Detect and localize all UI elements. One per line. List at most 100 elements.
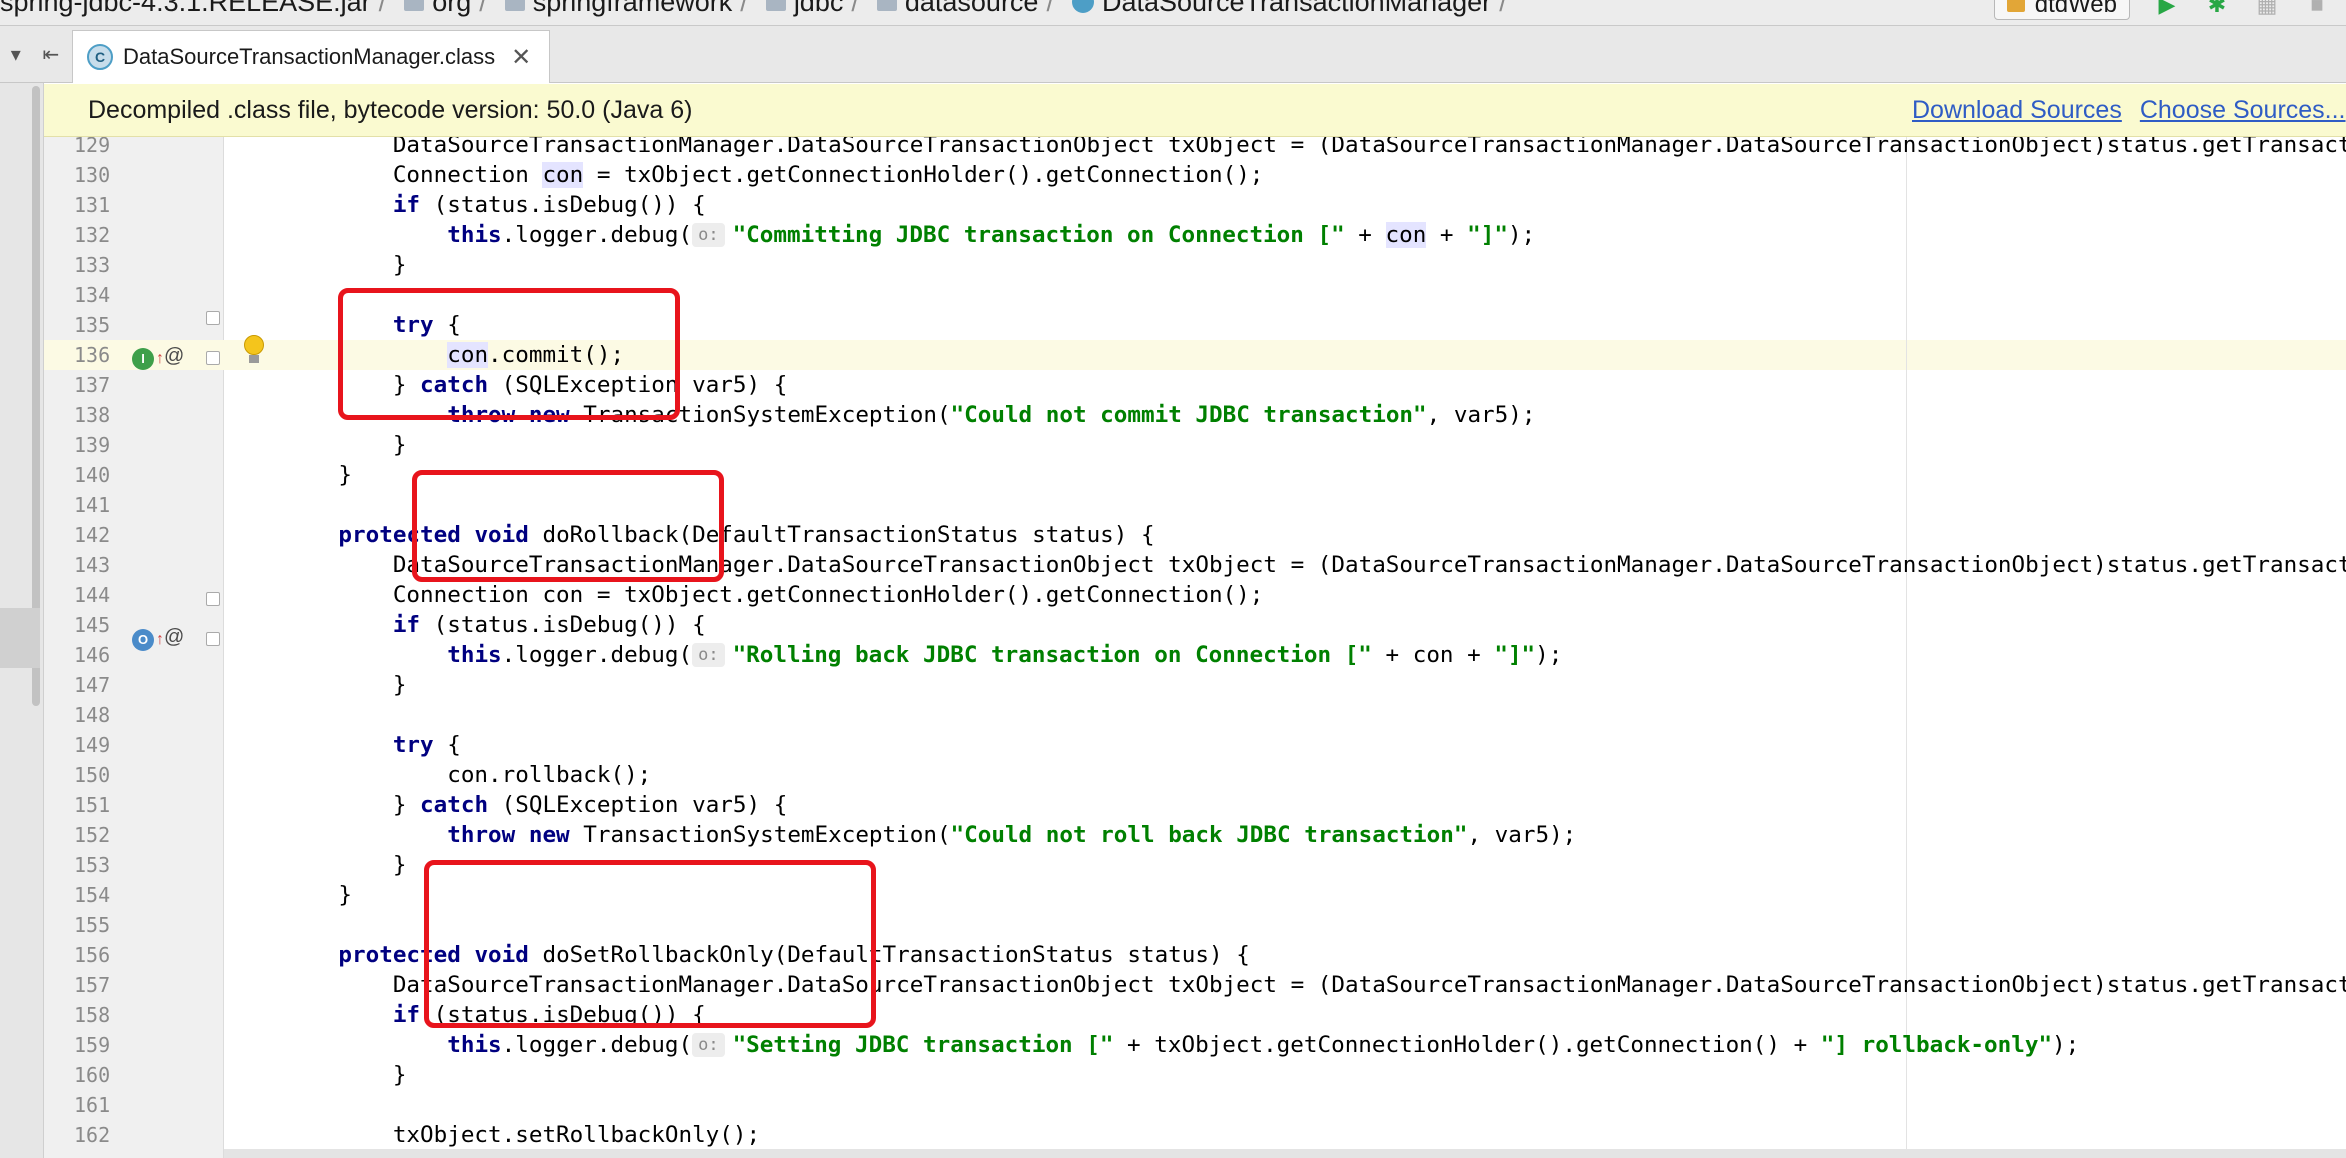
line-number: 160 bbox=[74, 1063, 111, 1087]
fold-marker-icon[interactable] bbox=[206, 632, 220, 646]
project-panel-tab[interactable] bbox=[0, 608, 40, 668]
collapse-icon[interactable]: ▾ bbox=[11, 42, 21, 67]
overrides-arrow-icon[interactable]: ↑ bbox=[156, 630, 164, 650]
overriding-method-icon[interactable]: O bbox=[132, 629, 154, 651]
code-line[interactable]: 159 this.logger.debug(o: "Setting JDBC tr… bbox=[44, 1030, 2346, 1060]
line-number: 153 bbox=[74, 853, 111, 877]
code-line[interactable]: 150 con.rollback(); bbox=[44, 760, 2346, 790]
code-line[interactable]: 149 try { bbox=[44, 730, 2346, 760]
code-editor[interactable]: 129 DataSourceTransactionManager.DataSou… bbox=[44, 137, 2346, 1158]
code-token: try bbox=[392, 312, 434, 338]
breadcrumb-jdbc[interactable]: jdbc bbox=[762, 0, 843, 18]
run-config-dropdown[interactable]: dtdWeb bbox=[1993, 0, 2130, 20]
code-token: "Rolling back JDBC transaction on Connec… bbox=[732, 642, 1372, 668]
tab-datasource-transaction-manager[interactable]: C DataSourceTransactionManager.class ✕ bbox=[72, 30, 551, 83]
code-text: try { bbox=[284, 310, 461, 340]
breadcrumb-springframework-label: springframework bbox=[532, 0, 733, 17]
code-line[interactable]: 134 bbox=[44, 280, 2346, 310]
code-line[interactable]: 151 } catch (SQLException var5) { bbox=[44, 790, 2346, 820]
code-line[interactable]: 131 if (status.isDebug()) { bbox=[44, 190, 2346, 220]
code-line[interactable]: 142 protected void doRollback(DefaultTra… bbox=[44, 520, 2346, 550]
code-token: catch bbox=[420, 792, 489, 818]
code-line[interactable]: 140 } bbox=[44, 460, 2346, 490]
code-line[interactable]: 136 con.commit(); bbox=[44, 340, 2346, 370]
code-line[interactable]: 157 DataSourceTransactionManager.DataSou… bbox=[44, 970, 2346, 1000]
download-sources-link[interactable]: Download Sources bbox=[1912, 96, 2122, 125]
implementing-method-icon[interactable]: I bbox=[132, 348, 154, 370]
code-line[interactable]: 143 DataSourceTransactionManager.DataSou… bbox=[44, 550, 2346, 580]
code-line[interactable]: 145 if (status.isDebug()) { bbox=[44, 610, 2346, 640]
code-line[interactable]: 146 this.logger.debug(o: "Rolling back JD… bbox=[44, 640, 2346, 670]
code-text: throw new TransactionSystemException("Co… bbox=[284, 820, 1576, 850]
annotation-icon[interactable]: @ bbox=[164, 627, 184, 647]
code-line[interactable]: 158 if (status.isDebug()) { bbox=[44, 1000, 2346, 1030]
code-line[interactable]: 137 } catch (SQLException var5) { bbox=[44, 370, 2346, 400]
code-line[interactable]: 138 throw new TransactionSystemException… bbox=[44, 400, 2346, 430]
code-text: } bbox=[284, 460, 352, 490]
code-token: con bbox=[542, 162, 584, 188]
class-file-icon: C bbox=[87, 44, 113, 70]
code-token: this bbox=[447, 222, 502, 248]
code-text: } bbox=[284, 250, 407, 280]
code-line[interactable]: 162 txObject.setRollbackOnly(); bbox=[44, 1120, 2346, 1150]
code-line[interactable]: 154 } bbox=[44, 880, 2346, 910]
code-token: { bbox=[433, 732, 461, 758]
fold-marker-icon[interactable] bbox=[206, 351, 220, 365]
breadcrumb-org[interactable]: org bbox=[400, 0, 471, 18]
code-line[interactable]: 132 this.logger.debug(o: "Committing JDBC… bbox=[44, 220, 2346, 250]
close-icon[interactable]: ✕ bbox=[511, 43, 531, 72]
tab-label: DataSourceTransactionManager.class bbox=[123, 44, 496, 69]
horizontal-scrollbar[interactable] bbox=[224, 1149, 2346, 1158]
line-number: 148 bbox=[74, 703, 111, 727]
code-text: try { bbox=[284, 730, 461, 760]
fold-marker-icon[interactable] bbox=[206, 592, 220, 606]
overrides-arrow-icon[interactable]: ↑ bbox=[156, 349, 164, 369]
debug-icon[interactable]: ✱ bbox=[2204, 0, 2230, 18]
coverage-icon[interactable]: ▦ bbox=[2254, 0, 2280, 18]
breadcrumb-separator bbox=[1499, 0, 1507, 18]
stop-icon[interactable]: ■ bbox=[2304, 0, 2330, 18]
code-line[interactable]: 156 protected void doSetRollbackOnly(Def… bbox=[44, 940, 2346, 970]
run-icon[interactable]: ▶ bbox=[2154, 0, 2180, 18]
lightbulb-icon[interactable] bbox=[242, 335, 266, 365]
code-token: (status.isDebug()) { bbox=[420, 612, 706, 638]
pin-icon[interactable]: ⇤ bbox=[42, 42, 59, 67]
code-line[interactable]: 161 bbox=[44, 1090, 2346, 1120]
code-line[interactable]: 147 } bbox=[44, 670, 2346, 700]
breadcrumb-datasource[interactable]: datasource bbox=[873, 0, 1038, 18]
code-line[interactable]: 130 Connection con = txObject.getConnect… bbox=[44, 160, 2346, 190]
code-token: "Committing JDBC transaction on Connecti… bbox=[732, 222, 1345, 248]
breadcrumb-class[interactable]: DataSourceTransactionManager bbox=[1068, 0, 1491, 18]
breadcrumb-springframework[interactable]: springframework bbox=[501, 0, 733, 18]
code-line[interactable]: 141 bbox=[44, 490, 2346, 520]
code-line[interactable]: 153 } bbox=[44, 850, 2346, 880]
code-token: } bbox=[284, 372, 421, 398]
choose-sources-link[interactable]: Choose Sources... bbox=[2140, 96, 2346, 125]
code-line[interactable]: 155 bbox=[44, 910, 2346, 940]
code-text: } bbox=[284, 850, 407, 880]
code-line[interactable]: 129 DataSourceTransactionManager.DataSou… bbox=[44, 137, 2346, 160]
code-line[interactable]: 152 throw new TransactionSystemException… bbox=[44, 820, 2346, 850]
code-line[interactable]: 139 } bbox=[44, 430, 2346, 460]
line-number: 146 bbox=[74, 643, 111, 667]
code-line[interactable]: 144 Connection con = txObject.getConnect… bbox=[44, 580, 2346, 610]
parameter-hint: o: bbox=[692, 223, 725, 247]
code-token: Connection bbox=[284, 162, 543, 188]
code-token: , var5); bbox=[1426, 402, 1536, 428]
code-text: } bbox=[284, 1060, 407, 1090]
code-line[interactable]: 160 } bbox=[44, 1060, 2346, 1090]
code-text: } catch (SQLException var5) { bbox=[284, 790, 788, 820]
code-line[interactable]: 148 bbox=[44, 700, 2346, 730]
fold-marker-icon[interactable] bbox=[206, 311, 220, 325]
line-number: 142 bbox=[74, 523, 111, 547]
annotation-icon[interactable]: @ bbox=[164, 346, 184, 366]
code-token: this bbox=[447, 1032, 502, 1058]
code-line[interactable]: 133 } bbox=[44, 250, 2346, 280]
code-token: + bbox=[1344, 222, 1386, 248]
code-line[interactable]: 135 try { bbox=[44, 310, 2346, 340]
code-token: con.rollback(); bbox=[284, 762, 652, 788]
breadcrumb-jar[interactable]: spring-jdbc-4.3.1.RELEASE.jar bbox=[0, 0, 371, 18]
